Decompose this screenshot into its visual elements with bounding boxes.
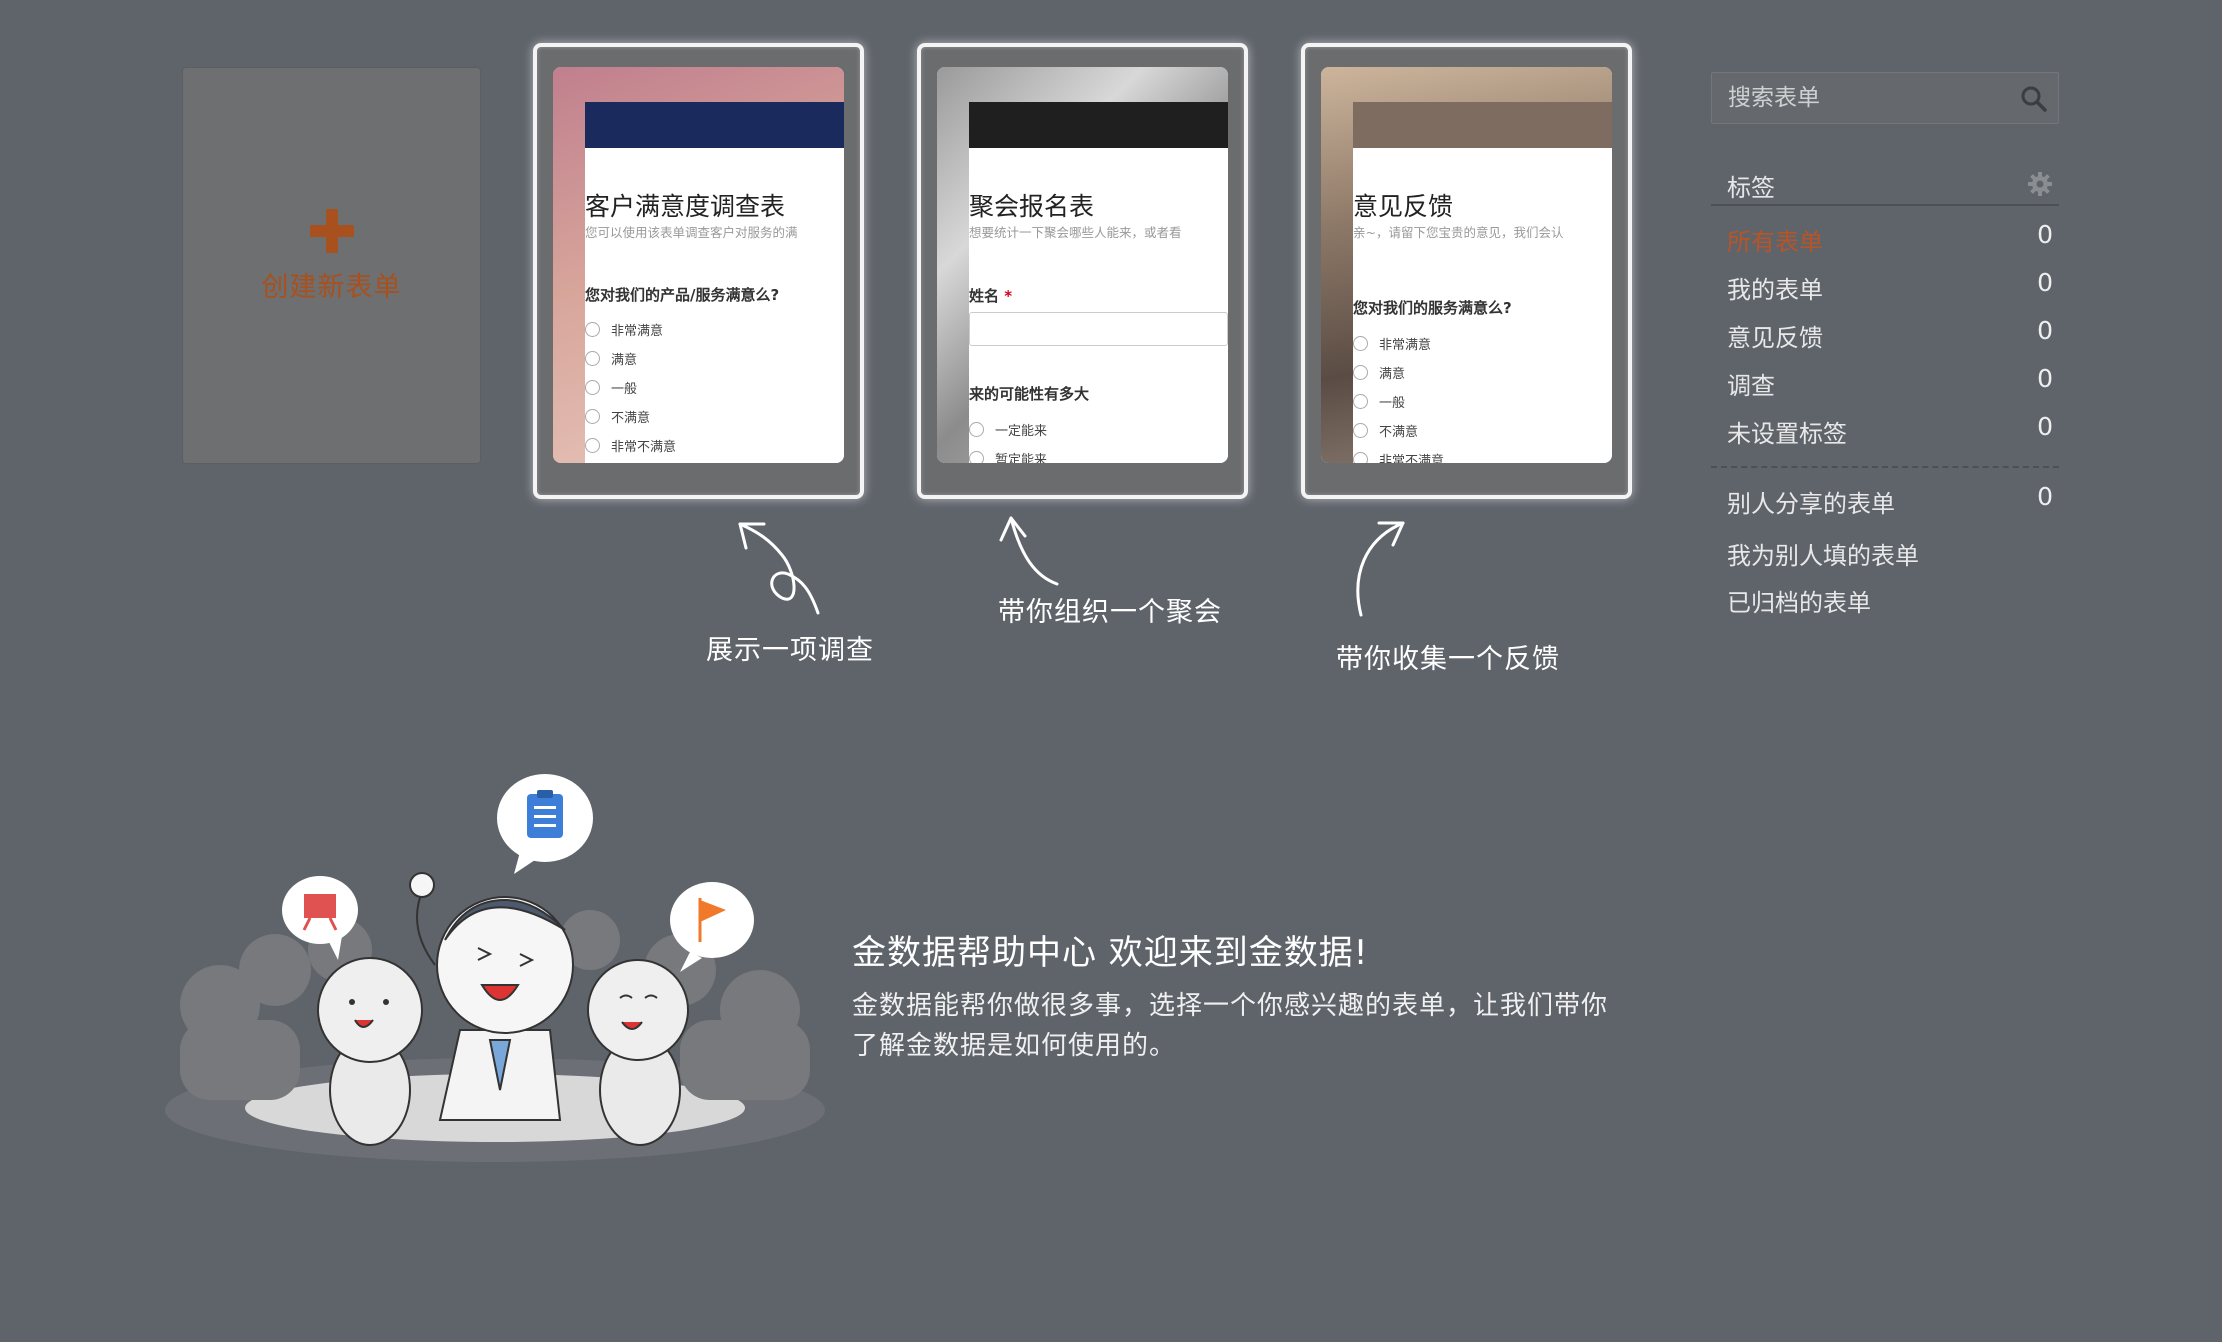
help-title: 金数据帮助中心 欢迎来到金数据! — [852, 933, 1369, 973]
option-row: 非常满意 — [585, 320, 663, 339]
tags-header: 标签 — [1711, 160, 2059, 206]
tag-item-my-forms[interactable]: 我的表单 0 — [1711, 266, 2059, 306]
radio-icon — [1353, 423, 1368, 438]
radio-icon — [585, 380, 600, 395]
tags-heading: 标签 — [1727, 174, 1775, 202]
tag-count: 0 — [2037, 316, 2053, 345]
template-preview: 客户满意度调查表 您可以使用该表单调查客户对服务的满 您对我们的产品/服务满意么… — [553, 67, 844, 463]
radio-icon — [969, 451, 984, 463]
template-preview: 聚会报名表 想要统计一下聚会哪些人能来，或者看 姓名 * 来的可能性有多大 一定… — [937, 67, 1228, 463]
option-row: 满意 — [585, 349, 637, 368]
tag-label: 别人分享的表单 — [1727, 490, 1895, 518]
tag-item-all-forms[interactable]: 所有表单 0 — [1711, 218, 2059, 258]
tag-count: 0 — [2037, 364, 2053, 393]
tag-item-feedback[interactable]: 意见反馈 0 — [1711, 314, 2059, 354]
option-row: 一般 — [1353, 392, 1405, 411]
search-box — [1711, 72, 2059, 124]
option-row: 一定能来 — [969, 420, 1047, 439]
tag-item-untagged[interactable]: 未设置标签 0 — [1711, 410, 2059, 450]
option-row: 满意 — [1353, 363, 1405, 382]
tag-count: 0 — [2037, 220, 2053, 249]
radio-icon — [969, 422, 984, 437]
welcome-illustration — [165, 774, 825, 1162]
option-row: 暂定能来 — [969, 449, 1047, 463]
tag-label: 我为别人填的表单 — [1727, 542, 1919, 570]
radio-icon — [1353, 336, 1368, 351]
tag-label: 已归档的表单 — [1727, 589, 1871, 617]
option-row: 非常不满意 — [1353, 450, 1444, 463]
radio-icon — [585, 322, 600, 337]
template-question: 您对我们的服务满意么? — [1353, 299, 1512, 317]
plus-icon — [309, 209, 354, 253]
template-card-party[interactable]: 聚会报名表 想要统计一下聚会哪些人能来，或者看 姓名 * 来的可能性有多大 一定… — [917, 43, 1248, 499]
tag-item-filled-for-others[interactable]: 我为别人填的表单 — [1711, 532, 2059, 572]
field-label: 姓名 * — [969, 287, 1013, 305]
option-row: 一般 — [585, 378, 637, 397]
tag-item-survey[interactable]: 调查 0 — [1711, 362, 2059, 402]
caption-feedback: 带你收集一个反馈 — [1336, 644, 1560, 675]
tag-label: 未设置标签 — [1727, 420, 1847, 448]
name-input-preview — [969, 312, 1228, 346]
clipboard-bubble-icon — [497, 774, 593, 874]
radio-icon — [1353, 452, 1368, 463]
help-description: 金数据能帮你做很多事，选择一个你感兴趣的表单，让我们带你了解金数据是如何使用的。 — [852, 991, 1609, 1061]
search-input[interactable] — [1712, 73, 2058, 123]
arrow-icon — [738, 522, 820, 615]
template-question: 来的可能性有多大 — [969, 385, 1090, 403]
create-new-form-label: 创建新表单 — [261, 272, 402, 303]
gear-icon[interactable] — [2027, 171, 2053, 197]
create-new-form-card[interactable]: 创建新表单 — [183, 68, 480, 463]
tag-divider — [1711, 466, 2059, 468]
radio-icon — [585, 409, 600, 424]
option-row: 非常满意 — [1353, 334, 1431, 353]
arrow-icon — [1356, 521, 1405, 617]
template-description: 亲~，请留下您宝贵的意见，我们会认 — [1353, 225, 1564, 240]
search-icon[interactable] — [2020, 85, 2048, 113]
caption-party: 带你组织一个聚会 — [998, 597, 1222, 628]
template-card-feedback[interactable]: 意见反馈 亲~，请留下您宝贵的意见，我们会认 您对我们的服务满意么? 非常满意 … — [1301, 43, 1632, 499]
template-title: 意见反馈 — [1353, 192, 1454, 221]
template-preview: 意见反馈 亲~，请留下您宝贵的意见，我们会认 您对我们的服务满意么? 非常满意 … — [1321, 67, 1612, 463]
template-description: 您可以使用该表单调查客户对服务的满 — [585, 225, 798, 240]
template-description: 想要统计一下聚会哪些人能来，或者看 — [969, 225, 1182, 240]
caption-survey: 展示一项调查 — [706, 635, 874, 666]
radio-icon — [585, 438, 600, 453]
tag-label: 意见反馈 — [1727, 324, 1823, 352]
option-row: 非常不满意 — [585, 436, 676, 455]
option-row: 不满意 — [1353, 421, 1418, 440]
radio-icon — [585, 351, 600, 366]
tag-label: 调查 — [1727, 372, 1775, 400]
template-question: 您对我们的产品/服务满意么? — [585, 286, 780, 304]
tag-item-shared-with-me[interactable]: 别人分享的表单 0 — [1711, 480, 2059, 520]
arrow-icon — [999, 516, 1059, 586]
template-title: 聚会报名表 — [969, 192, 1095, 221]
template-card-survey[interactable]: 客户满意度调查表 您可以使用该表单调查客户对服务的满 您对我们的产品/服务满意么… — [533, 43, 864, 499]
tag-count: 0 — [2037, 268, 2053, 297]
tag-label: 所有表单 — [1727, 228, 1823, 256]
radio-icon — [1353, 394, 1368, 409]
option-row: 不满意 — [585, 407, 650, 426]
tag-item-archived[interactable]: 已归档的表单 — [1711, 579, 2059, 619]
template-title: 客户满意度调查表 — [585, 192, 786, 221]
tag-count: 0 — [2037, 482, 2053, 511]
tag-label: 我的表单 — [1727, 276, 1823, 304]
radio-icon — [1353, 365, 1368, 380]
tag-count: 0 — [2037, 412, 2053, 441]
